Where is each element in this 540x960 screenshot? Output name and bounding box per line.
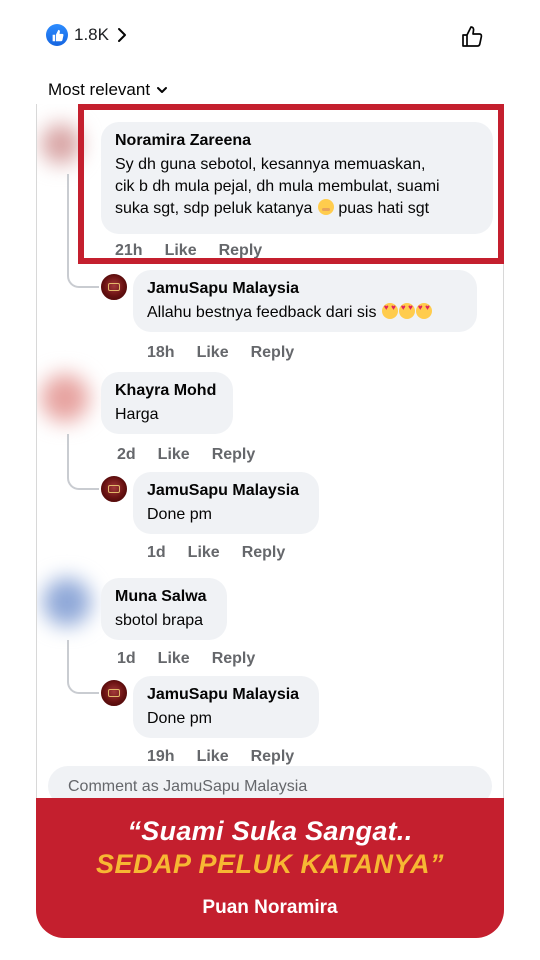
- comment-text: Harga: [115, 406, 159, 423]
- avatar[interactable]: [41, 374, 89, 422]
- reaction-count: 1.8K: [74, 25, 109, 44]
- heart-eyes-emoji-icon: [381, 303, 398, 319]
- comment-text: Allahu bestnya feedback dari sis: [147, 302, 463, 324]
- reply-bubble[interactable]: JamuSapu Malaysia Done pm: [133, 676, 319, 738]
- comment-bubble[interactable]: Khayra Mohd Harga: [101, 372, 233, 434]
- comment-author[interactable]: Muna Salwa: [115, 587, 213, 607]
- like-link[interactable]: Like: [197, 344, 229, 362]
- quote-line-1: “Suami Suka Sangat..: [127, 816, 413, 846]
- comment-actions: 18h Like Reply: [147, 344, 294, 362]
- comment-actions: 2d Like Reply: [117, 446, 255, 464]
- comment-time: 1d: [117, 650, 136, 667]
- reply-bubble[interactable]: JamuSapu Malaysia Allahu bestnya feedbac…: [133, 270, 477, 332]
- like-link[interactable]: Like: [188, 544, 220, 562]
- comment-time: 2d: [117, 446, 136, 463]
- avatar[interactable]: [41, 124, 81, 164]
- comment-time: 1d: [147, 544, 166, 561]
- reaction-summary[interactable]: 1.8K: [46, 24, 131, 46]
- testimonial-banner: “Suami Suka Sangat.. SEDAP PELUK KATANYA…: [36, 798, 504, 938]
- comment-actions: 1d Like Reply: [117, 650, 255, 668]
- comment-time: 19h: [147, 748, 175, 765]
- comment-bubble[interactable]: Muna Salwa sbotol brapa: [101, 578, 227, 640]
- thread-connector: [67, 640, 99, 694]
- comment-text: sbotol brapa: [115, 612, 204, 629]
- reactions-bar: 1.8K: [0, 0, 540, 72]
- sort-dropdown[interactable]: Most relevant: [48, 80, 168, 100]
- sort-label: Most relevant: [48, 80, 151, 99]
- highlight-frame: [78, 104, 504, 264]
- comment-author[interactable]: JamuSapu Malaysia: [147, 481, 305, 501]
- reply-link[interactable]: Reply: [251, 344, 295, 362]
- reply-link[interactable]: Reply: [251, 748, 295, 766]
- like-link[interactable]: Like: [197, 748, 229, 766]
- chevron-down-icon: [157, 87, 168, 93]
- chevron-right-icon: [117, 28, 126, 42]
- quote-line-2: SEDAP PELUK KATANYA”: [95, 849, 444, 879]
- thread-connector: [67, 434, 99, 490]
- reply-link[interactable]: Reply: [212, 446, 256, 464]
- comment-author[interactable]: Khayra Mohd: [115, 381, 219, 401]
- reply-link[interactable]: Reply: [212, 650, 256, 668]
- reply-bubble[interactable]: JamuSapu Malaysia Done pm: [133, 472, 319, 534]
- brand-avatar[interactable]: [101, 680, 127, 706]
- heart-eyes-emoji-icon: [398, 303, 415, 319]
- comment-author[interactable]: JamuSapu Malaysia: [147, 685, 305, 705]
- comment-time: 18h: [147, 344, 175, 361]
- avatar[interactable]: [43, 578, 91, 626]
- comment-actions: 19h Like Reply: [147, 748, 294, 766]
- comment-author[interactable]: JamuSapu Malaysia: [147, 279, 463, 299]
- quote-author: Puan Noramira: [202, 897, 338, 918]
- brand-avatar[interactable]: [101, 274, 127, 300]
- like-link[interactable]: Like: [158, 446, 190, 464]
- comment-text: Done pm: [147, 710, 212, 727]
- like-outline-icon[interactable]: [460, 25, 484, 49]
- like-badge-icon: [46, 24, 68, 46]
- comment-text: Done pm: [147, 506, 212, 523]
- heart-eyes-emoji-icon: [415, 303, 432, 319]
- comment-actions: 1d Like Reply: [147, 544, 285, 562]
- like-link[interactable]: Like: [158, 650, 190, 668]
- reply-link[interactable]: Reply: [242, 544, 286, 562]
- brand-avatar[interactable]: [101, 476, 127, 502]
